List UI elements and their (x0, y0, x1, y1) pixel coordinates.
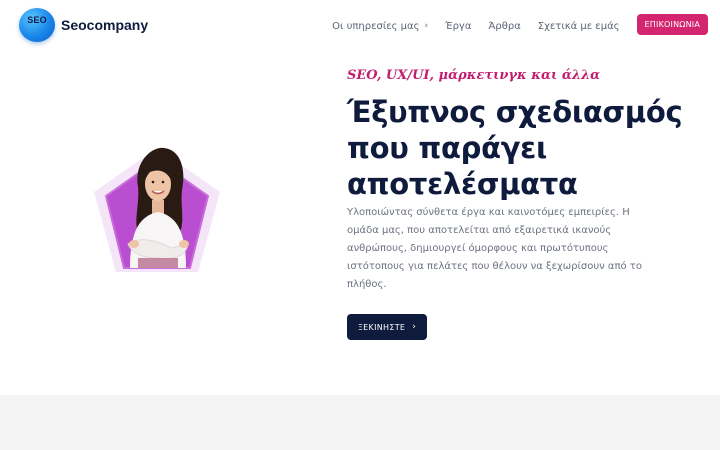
nav-item-label: Οι υπηρεσίες μας (332, 20, 420, 32)
logo-badge: SEO (19, 8, 55, 42)
logo-badge-text: SEO (27, 15, 47, 25)
nav-item-label: Άρθρα (488, 20, 521, 32)
logo-name: Seocompany (61, 17, 149, 33)
main-nav: Οι υπηρεσίες μας › Έργα Άρθρα Σχετικά με… (332, 14, 708, 35)
hero-image (90, 140, 225, 280)
headline-line: αποτελέσματα (347, 167, 578, 201)
headline-line: Έξυπνος σχεδιασμός (347, 95, 683, 129)
hero-description: Υλοποιώντας σύνθετα έργα και καινοτόμες … (347, 207, 642, 290)
woman-portrait-illustration (94, 147, 220, 272)
headline-line: που παράγει (347, 131, 547, 165)
site-header: SEO Seocompany Οι υπηρεσίες μας › Έργα Ά… (0, 0, 720, 50)
site-logo[interactable]: SEO Seocompany (19, 8, 148, 42)
nav-item-articles[interactable]: Άρθρα (488, 21, 520, 32)
nav-item-services[interactable]: Οι υπηρεσίες μας › (332, 21, 428, 32)
get-started-label: ΞΕΚΙΝΗΣΤΕ (357, 322, 406, 332)
nav-item-about[interactable]: Σχετικά με εμάς (538, 21, 620, 32)
nav-item-label: Έργα (445, 20, 472, 32)
get-started-button[interactable]: ΞΕΚΙΝΗΣΤΕ › (347, 314, 427, 340)
contact-button[interactable]: ΕΠΙΚΟΙΝΩΝΙΑ (636, 14, 708, 35)
hero-tagline: SEO, UX/UI, μάρκετινγκ και άλλα (347, 68, 601, 83)
nav-item-label: Σχετικά με εμάς (537, 20, 620, 32)
next-section-band (0, 395, 720, 450)
chevron-right-icon: › (412, 322, 417, 332)
hero-headline: Έξυπνος σχεδιασμός που παράγει αποτελέσμ… (347, 94, 707, 202)
chevron-right-icon: › (424, 21, 429, 31)
nav-item-projects[interactable]: Έργα (445, 21, 471, 32)
